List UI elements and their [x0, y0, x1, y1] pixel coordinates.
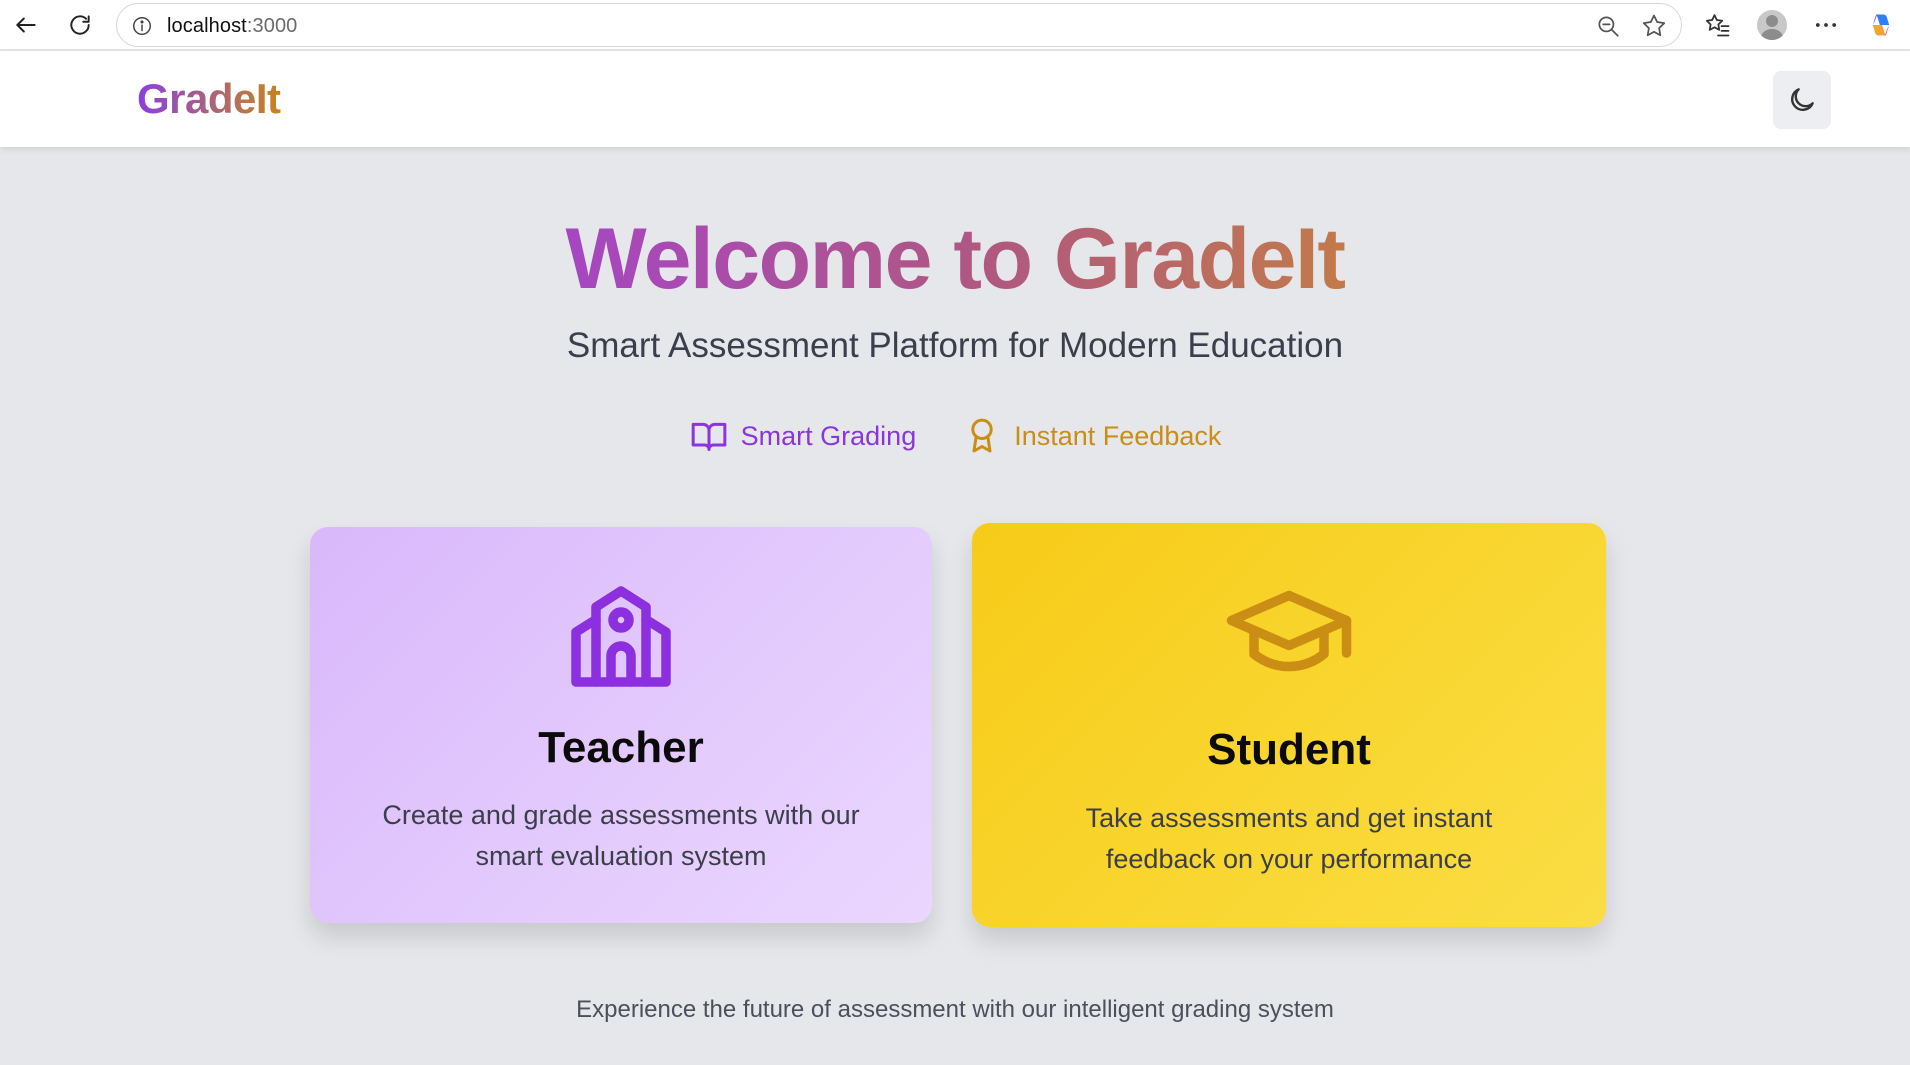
feature-label: Smart Grading: [740, 420, 917, 451]
favorite-star-icon[interactable]: [1640, 12, 1668, 40]
brand-logo[interactable]: GradeIt: [137, 75, 281, 123]
copilot-icon: [1872, 14, 1890, 36]
teacher-card[interactable]: Teacher Create and grade assessments wit…: [310, 527, 932, 923]
card-title: Student: [1207, 725, 1371, 774]
card-description: Create and grade assessments with our sm…: [382, 800, 860, 871]
app-header: GradeIt: [0, 51, 1910, 147]
theme-toggle-button[interactable]: [1773, 71, 1831, 129]
reload-icon: [70, 15, 90, 35]
favorites-button[interactable]: [1700, 7, 1736, 43]
url-host: localhost: [167, 15, 247, 37]
hero-title-text: Welcome to GradeIt: [565, 211, 1346, 307]
more-options-button[interactable]: [1808, 7, 1844, 43]
school-building-icon: [571, 586, 671, 687]
browser-toolbar: localhost:3000: [0, 0, 1910, 50]
award-ribbon-icon: [971, 418, 993, 453]
card-description: Take assessments and get instant feedbac…: [1085, 803, 1493, 874]
feature-list: Smart Grading Instant Feedback: [0, 416, 1910, 456]
open-book-icon: [691, 422, 726, 451]
feature-label: Instant Feedback: [1014, 420, 1222, 451]
avatar: [1757, 10, 1787, 40]
feature-smart-grading: Smart Grading: [689, 416, 917, 456]
arrow-left-icon: [16, 17, 36, 33]
footer-note: Experience the future of assessment with…: [576, 996, 1334, 1023]
more-horizontal-icon: [1815, 23, 1837, 27]
reload-button[interactable]: [60, 5, 100, 45]
moon-icon: [1791, 88, 1814, 111]
copilot-button[interactable]: [1863, 7, 1899, 43]
feature-instant-feedback: Instant Feedback: [962, 416, 1221, 456]
url-text[interactable]: localhost:3000: [167, 15, 297, 38]
url-port: :3000: [246, 15, 298, 37]
hero-subtitle: Smart Assessment Platform for Modern Edu…: [566, 326, 1344, 365]
zoom-out-icon[interactable]: [1595, 13, 1621, 39]
favorites-list-icon: [1705, 14, 1730, 37]
back-button[interactable]: [6, 5, 46, 45]
card-title: Teacher: [538, 723, 704, 772]
profile-button[interactable]: [1754, 7, 1790, 43]
graduation-cap-icon: [1226, 590, 1352, 672]
student-card[interactable]: Student Take assessments and get instant…: [972, 523, 1606, 927]
hero-title: Welcome to GradeIt: [0, 210, 1910, 309]
info-icon[interactable]: [131, 15, 153, 37]
address-bar[interactable]: localhost:3000: [116, 3, 1682, 47]
